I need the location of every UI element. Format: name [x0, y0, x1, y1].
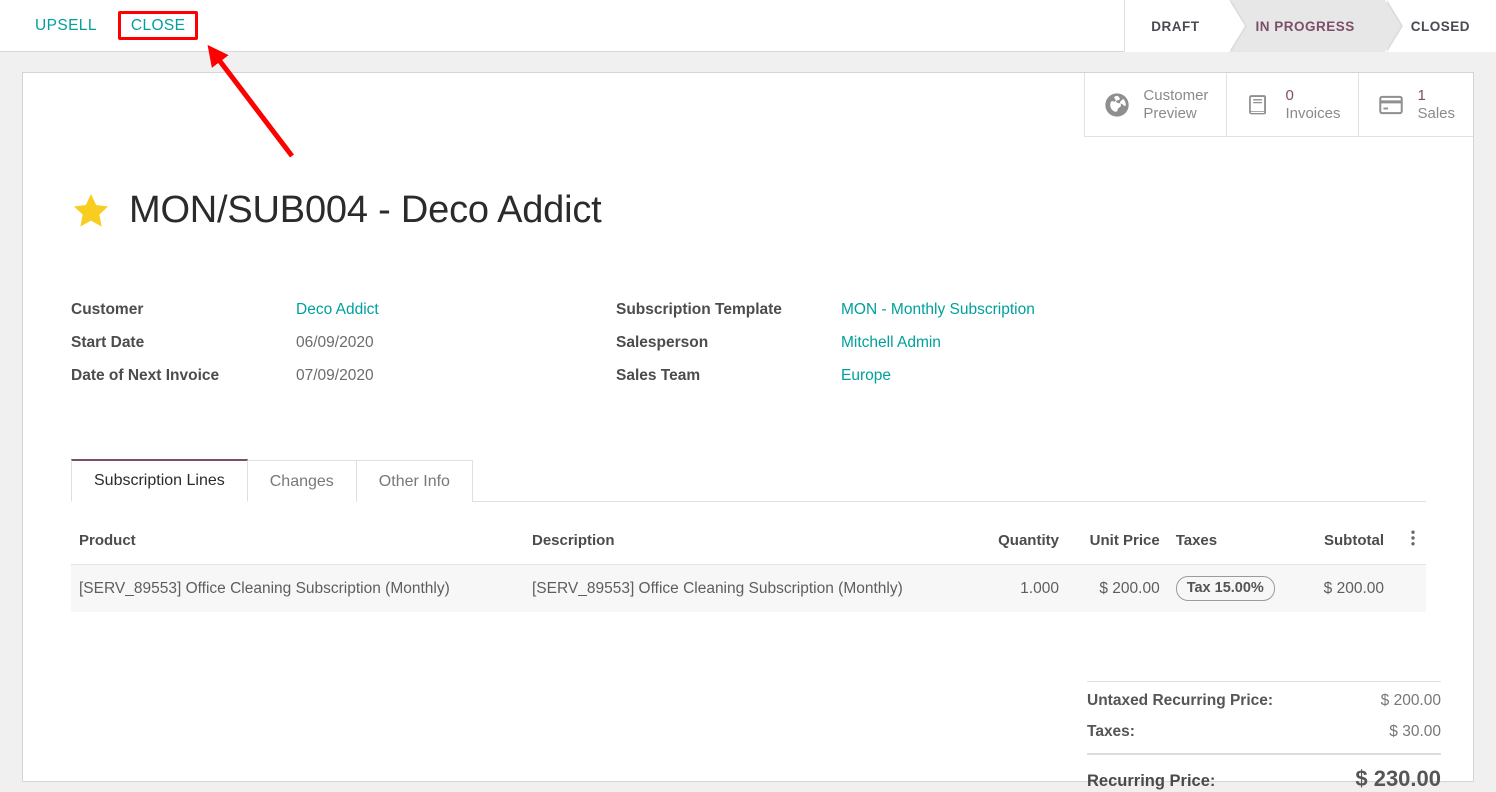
- field-label-start-date: Start Date: [71, 334, 296, 352]
- field-value-sales-team[interactable]: Europe: [841, 367, 1321, 385]
- tab-subscription-lines[interactable]: Subscription Lines: [71, 459, 248, 502]
- column-header-subtotal[interactable]: Subtotal: [1303, 524, 1392, 565]
- table-header: Product Description Quantity Unit Price …: [71, 524, 1426, 565]
- cell-quantity[interactable]: 1.000: [977, 565, 1067, 613]
- field-label-salesperson: Salesperson: [616, 334, 841, 352]
- field-label-subscription-template: Subscription Template: [616, 301, 841, 319]
- cell-description[interactable]: [SERV_89553] Office Cleaning Subscriptio…: [524, 565, 977, 613]
- column-header-product[interactable]: Product: [71, 524, 524, 565]
- totals-label-recurring-price: Recurring Price:: [1087, 772, 1215, 791]
- column-header-taxes[interactable]: Taxes: [1168, 524, 1303, 565]
- page-title: MON/SUB004 - Deco Addict: [129, 189, 602, 232]
- totals-label-taxes: Taxes:: [1087, 723, 1135, 741]
- stat-button-text: 1 Sales: [1417, 87, 1455, 122]
- globe-icon: [1103, 91, 1131, 119]
- field-grid: Customer Deco Addict Subscription Templa…: [71, 301, 1371, 385]
- notebook: Subscription Lines Changes Other Info Pr…: [71, 459, 1426, 612]
- vertical-dots-icon[interactable]: [1411, 530, 1415, 550]
- stat-label-line1: Customer: [1143, 87, 1208, 104]
- odoo-subscription-form-view: UPSELL CLOSE DRAFT IN PROGRESS CLOSED: [0, 0, 1496, 792]
- column-header-unit-price[interactable]: Unit Price: [1067, 524, 1168, 565]
- status-badge: Tax 15.00%: [1176, 576, 1275, 601]
- stat-label-line2: Preview: [1143, 105, 1208, 122]
- cell-product[interactable]: [SERV_89553] Office Cleaning Subscriptio…: [71, 565, 524, 613]
- stat-button-box: Customer Preview 0 Invoices: [1084, 73, 1473, 137]
- totals-label-untaxed: Untaxed Recurring Price:: [1087, 692, 1273, 710]
- stat-button-sales[interactable]: 1 Sales: [1358, 73, 1473, 136]
- field-label-sales-team: Sales Team: [616, 367, 841, 385]
- cell-taxes[interactable]: Tax 15.00%: [1168, 565, 1303, 613]
- field-value-salesperson[interactable]: Mitchell Admin: [841, 334, 1321, 352]
- totals-row-untaxed: Untaxed Recurring Price: $ 200.00: [1087, 681, 1441, 717]
- stat-button-invoices[interactable]: 0 Invoices: [1226, 73, 1358, 136]
- cell-row-options: [1392, 565, 1426, 613]
- control-panel-buttons: UPSELL CLOSE: [0, 11, 198, 41]
- close-button[interactable]: CLOSE: [118, 11, 199, 41]
- control-panel: UPSELL CLOSE DRAFT IN PROGRESS CLOSED: [0, 0, 1496, 52]
- upsell-button[interactable]: UPSELL: [22, 11, 110, 41]
- tab-other-info[interactable]: Other Info: [357, 460, 473, 502]
- field-label-customer: Customer: [71, 301, 296, 319]
- totals-value-taxes: $ 30.00: [1389, 723, 1441, 741]
- totals-row-taxes: Taxes: $ 30.00: [1087, 717, 1441, 748]
- credit-card-icon: [1377, 91, 1405, 119]
- status-bar: DRAFT IN PROGRESS CLOSED: [1124, 0, 1496, 52]
- stat-label-sales: Sales: [1417, 105, 1455, 122]
- stat-value-sales: 1: [1417, 87, 1455, 104]
- stat-button-text: Customer Preview: [1143, 87, 1208, 122]
- table-header-row: Product Description Quantity Unit Price …: [71, 524, 1426, 565]
- subscription-lines-table: Product Description Quantity Unit Price …: [71, 524, 1426, 612]
- field-label-date-of-next-invoice: Date of Next Invoice: [71, 367, 296, 385]
- form-sheet: Customer Preview 0 Invoices: [22, 72, 1474, 782]
- record-title-row: MON/SUB004 - Deco Addict: [71, 189, 602, 232]
- field-value-customer[interactable]: Deco Addict: [296, 301, 616, 319]
- cell-subtotal: $ 200.00: [1303, 565, 1392, 613]
- stat-button-text: 0 Invoices: [1285, 87, 1340, 122]
- totals-row-recurring-price: Recurring Price: $ 230.00: [1087, 753, 1441, 792]
- column-header-description[interactable]: Description: [524, 524, 977, 565]
- field-value-subscription-template[interactable]: MON - Monthly Subscription: [841, 301, 1321, 319]
- field-value-start-date[interactable]: 06/09/2020: [296, 334, 616, 352]
- form-view-container: Customer Preview 0 Invoices: [0, 52, 1496, 792]
- totals-value-recurring-price: $ 230.00: [1355, 766, 1441, 792]
- column-header-quantity[interactable]: Quantity: [977, 524, 1067, 565]
- tab-changes[interactable]: Changes: [248, 460, 357, 502]
- status-step-draft[interactable]: DRAFT: [1125, 0, 1229, 52]
- star-icon[interactable]: [71, 191, 111, 231]
- column-options-button[interactable]: [1392, 524, 1426, 565]
- status-step-in-progress[interactable]: IN PROGRESS: [1229, 0, 1384, 52]
- notebook-tabs: Subscription Lines Changes Other Info: [71, 459, 1426, 502]
- table-row[interactable]: [SERV_89553] Office Cleaning Subscriptio…: [71, 565, 1426, 613]
- cell-unit-price[interactable]: $ 200.00: [1067, 565, 1168, 613]
- field-value-date-of-next-invoice[interactable]: 07/09/2020: [296, 367, 616, 385]
- book-icon: [1245, 91, 1273, 119]
- totals-value-untaxed: $ 200.00: [1381, 692, 1441, 710]
- totals-block: Untaxed Recurring Price: $ 200.00 Taxes:…: [1087, 681, 1441, 792]
- table-body: [SERV_89553] Office Cleaning Subscriptio…: [71, 565, 1426, 613]
- stat-label-invoices: Invoices: [1285, 105, 1340, 122]
- stat-value-invoices: 0: [1285, 87, 1340, 104]
- stat-button-customer-preview[interactable]: Customer Preview: [1084, 73, 1226, 136]
